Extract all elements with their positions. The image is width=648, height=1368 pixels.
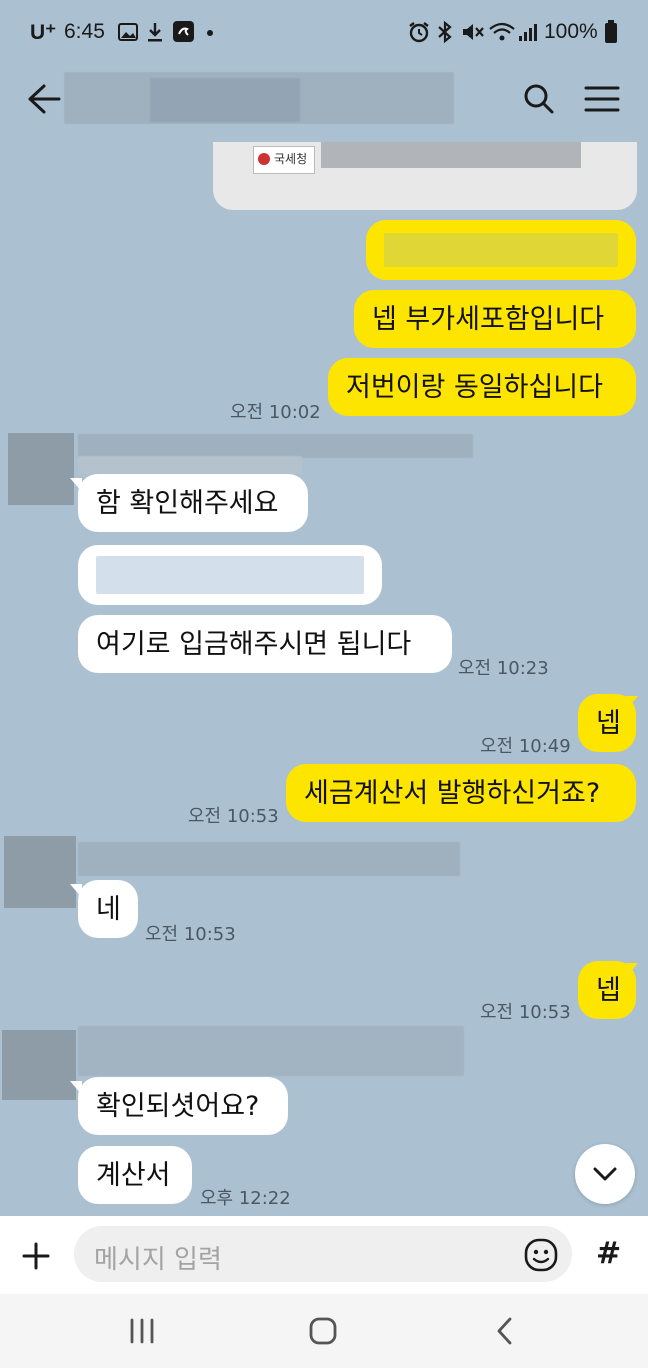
avatar[interactable]	[4, 836, 76, 908]
download-icon	[148, 23, 162, 42]
message-bubble-other[interactable]: 확인되셧어요?	[78, 1077, 288, 1135]
gallery-icon	[118, 23, 138, 41]
plus-icon[interactable]	[20, 1240, 52, 1272]
mute-icon	[463, 24, 484, 40]
message-bubble-me[interactable]: 저번이랑 동일하십니다	[328, 358, 636, 416]
wifi-icon	[489, 22, 515, 41]
hamburger-menu-icon[interactable]	[584, 84, 620, 114]
chat-area[interactable]: 국세청 넵 부가세포함입니다 저번이랑 동일하십니다 오전 10:02 함 확인…	[0, 134, 648, 1216]
nts-emblem-icon	[258, 153, 270, 165]
sender-name-redacted	[78, 842, 460, 876]
message-bubble-other[interactable]: 네	[78, 880, 138, 938]
battery-icon	[605, 20, 617, 43]
sender-name-redacted	[78, 434, 473, 458]
message-time: 오전 10:23	[458, 658, 549, 679]
message-bubble-me[interactable]: 넵 부가세포함입니다	[354, 290, 636, 348]
recent-apps-icon[interactable]	[128, 1318, 156, 1344]
app-notification-icon	[173, 21, 194, 42]
status-bar: U⁺ 6:45 100%	[0, 0, 648, 64]
sender-name-redacted	[78, 456, 302, 474]
back-button[interactable]	[26, 82, 62, 116]
message-time: 오후 12:22	[200, 1188, 291, 1209]
hashtag-button[interactable]: #	[596, 1236, 621, 1271]
message-time: 오전 10:53	[145, 924, 236, 945]
message-bubble-other[interactable]: 여기로 입금해주시면 됩니다	[78, 615, 452, 673]
message-bubble-me[interactable]: 넵	[578, 961, 636, 1019]
image-message[interactable]: 국세청	[213, 142, 637, 210]
chevron-down-icon	[593, 1167, 617, 1181]
message-time: 오전 10:02	[230, 402, 321, 423]
redacted-text	[384, 233, 618, 267]
bluetooth-icon	[438, 21, 452, 43]
avatar[interactable]	[2, 1030, 76, 1100]
battery-label: 100%	[544, 20, 598, 43]
avatar[interactable]	[8, 433, 74, 505]
message-bubble-redacted[interactable]	[366, 220, 636, 280]
message-input[interactable]: 메시지 입력	[74, 1226, 572, 1282]
nts-logo-text: 국세청	[274, 152, 308, 166]
message-time: 오전 10:53	[188, 806, 279, 827]
message-input-bar: 메시지 입력 #	[0, 1216, 648, 1294]
message-time: 오전 10:53	[480, 1002, 571, 1023]
message-bubble-me[interactable]: 넵	[578, 694, 636, 752]
message-bubble-me[interactable]: 세금계산서 발행하신거죠?	[286, 764, 636, 822]
emoji-icon[interactable]	[524, 1238, 558, 1272]
chat-title-redacted-inner	[150, 78, 300, 122]
message-bubble-redacted[interactable]	[78, 545, 382, 605]
message-bubble-other[interactable]: 함 확인해주세요	[78, 474, 308, 532]
search-icon[interactable]	[522, 82, 556, 116]
clock: 6:45	[64, 20, 105, 43]
back-nav-icon[interactable]	[494, 1316, 516, 1346]
scroll-to-bottom-button[interactable]	[575, 1144, 635, 1204]
message-bubble-other[interactable]: 계산서	[78, 1146, 192, 1204]
alarm-icon	[409, 22, 429, 43]
dot-icon	[207, 30, 213, 36]
sender-name-redacted	[78, 1026, 464, 1076]
image-redacted-area	[321, 142, 581, 168]
message-input-placeholder: 메시지 입력	[94, 1245, 222, 1275]
signal-icon	[519, 24, 537, 41]
system-nav-bar	[0, 1294, 648, 1368]
home-icon[interactable]	[308, 1316, 338, 1346]
carrier-label: U⁺	[30, 21, 57, 44]
chat-header	[0, 64, 648, 134]
nts-logo: 국세청	[253, 146, 315, 174]
redacted-text	[96, 556, 364, 594]
message-time: 오전 10:49	[480, 736, 571, 757]
